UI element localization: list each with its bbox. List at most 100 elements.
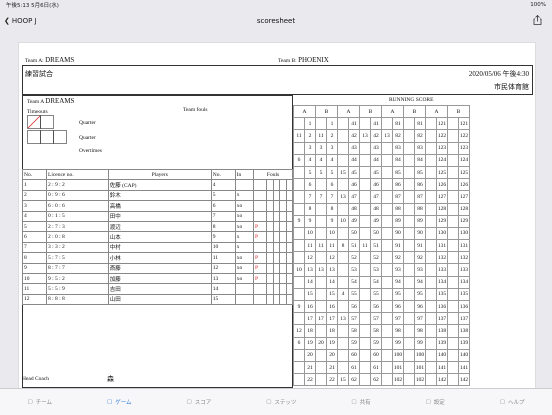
rs-cell: [315, 117, 327, 131]
rs-cell: 142: [436, 373, 448, 387]
game-icon: ▢: [107, 399, 113, 405]
rs-cell: 54: [370, 275, 382, 289]
rs-cell: 48: [348, 202, 360, 216]
rs-cell: 47: [348, 190, 360, 204]
rs-cell: 122: [458, 129, 470, 143]
foul-cell: [285, 262, 293, 274]
rs-cell: [359, 263, 371, 277]
rs-cell: 17: [326, 312, 338, 326]
tab-help[interactable]: ▢ ヘルプ: [500, 398, 525, 406]
rs-cell: 22: [326, 373, 338, 387]
rs-cell: [293, 348, 305, 362]
rs-cell: [359, 360, 371, 375]
tab-score[interactable]: ▢ スコア: [187, 398, 212, 406]
foul-cell: [285, 283, 293, 295]
col-no: No.: [22, 168, 47, 181]
rs-cell: 11: [359, 239, 371, 253]
player-no: 7: [210, 210, 236, 222]
player-p: P: [253, 231, 268, 243]
tab-stats[interactable]: ▢ ステッツ: [266, 398, 296, 406]
rs-cell: [315, 348, 327, 362]
rs-cell: 138: [436, 324, 448, 338]
tab-label: ステッツ: [274, 400, 297, 406]
rs-cell: [447, 129, 459, 143]
player-lic: 9 : 5 : 2: [45, 272, 109, 285]
tab-share[interactable]: ▢ 共有: [351, 398, 370, 406]
table-row: 73 : 3 : 2 中村 10 x: [22, 241, 293, 254]
foul-cell: [285, 189, 293, 202]
players-table: No. Licence no. Players No. In Fouls 12 : 9 :…: [22, 168, 293, 306]
rs-cell: [425, 287, 437, 302]
rs-cell: 44: [370, 153, 382, 167]
tab-game[interactable]: ▢ ゲーム: [107, 398, 132, 406]
rs-cell: 19: [326, 336, 338, 350]
rs-cell: 137: [458, 312, 470, 326]
rs-cell: [425, 178, 437, 192]
rs-cell: 94: [414, 275, 426, 289]
player-in: xo: [234, 272, 255, 285]
rs-cell: [359, 202, 371, 216]
rs-cell: 17: [315, 312, 327, 326]
rs-cell: 20: [315, 336, 327, 350]
rs-cell: 84: [392, 153, 404, 167]
player-no: 4: [210, 179, 236, 191]
rs-cell: 15: [337, 165, 349, 180]
rs-cell: 95: [392, 287, 404, 302]
chevron-left-icon: ❮: [4, 17, 10, 25]
tab-label: ヘルプ: [507, 400, 525, 406]
rs-row: 11 11 11 8 51 11 51 91 91 131 131: [293, 239, 470, 253]
player-r: 6: [22, 231, 47, 243]
rs-cell: [337, 263, 349, 277]
game-info-box: [22, 65, 533, 95]
tab-settings[interactable]: ▢ 設定: [426, 398, 445, 406]
rs-cell: 130: [436, 226, 448, 241]
rs-cell: [337, 336, 349, 350]
rs-cell: [337, 178, 349, 192]
rs-cell: [381, 263, 393, 277]
share-icon[interactable]: [533, 15, 542, 25]
col-licence: Licence no.: [45, 168, 109, 181]
rs-cell: [337, 117, 349, 131]
rs-cell: [381, 239, 393, 253]
rs-cell: 132: [458, 251, 470, 265]
player-in: x: [234, 241, 255, 254]
rs-cell: [381, 190, 393, 204]
rs-cell: [381, 348, 393, 362]
rs-row: 10 13 13 13 53 53 93 93 133 133: [293, 263, 470, 277]
rs-cell: 140: [436, 348, 448, 362]
rs-cell: 3: [304, 141, 316, 155]
rs-cell: 90: [392, 226, 404, 241]
rs-cell: [403, 202, 415, 216]
rs-row: 14 14 54 54 94 94 134 134: [293, 275, 470, 289]
rs-cell: [293, 226, 305, 241]
rs-cell: 128: [458, 202, 470, 216]
rs-cell: 97: [392, 312, 404, 326]
foul-cell: [285, 179, 293, 191]
rs-cell: 135: [458, 287, 470, 302]
rs-cell: 81: [414, 117, 426, 131]
rs-cell: [337, 299, 349, 314]
rs-cell: 7: [304, 190, 316, 204]
rs-cell: 12: [326, 251, 338, 265]
rs-cell: 50: [348, 226, 360, 241]
rs-cell: 21: [304, 360, 316, 375]
rs-cell: [293, 373, 305, 387]
rs-cell: [337, 360, 349, 375]
player-lic: 2 : 9 : 2: [45, 179, 109, 191]
rs-cell: 139: [458, 336, 470, 350]
back-button[interactable]: ❮ HOOP J: [4, 17, 37, 25]
tab-bar: ▢ チーム ▢ ゲーム ▢ スコア ▢ ステッツ ▢ 共有 ▢ 設定 ▢ ヘルプ: [0, 388, 552, 415]
rs-row: 10 10 50 50 90 90 130 130: [293, 226, 470, 241]
player-r: 5: [22, 220, 47, 233]
rs-cell: 82: [392, 129, 404, 143]
rs-cell: 128: [436, 202, 448, 216]
tab-team[interactable]: ▢ チーム: [27, 398, 52, 406]
rs-cell: [447, 275, 459, 289]
rs-cell: 100: [392, 348, 404, 362]
rs-cell: 13: [337, 312, 349, 326]
rs-cell: [425, 190, 437, 204]
player-lic: 5 : 7 : 5: [45, 252, 109, 264]
rs-cell: [403, 263, 415, 277]
table-row: 12 : 9 : 2 佐藤 (CAP) 4: [22, 179, 293, 191]
rs-cell: 62: [348, 373, 360, 387]
